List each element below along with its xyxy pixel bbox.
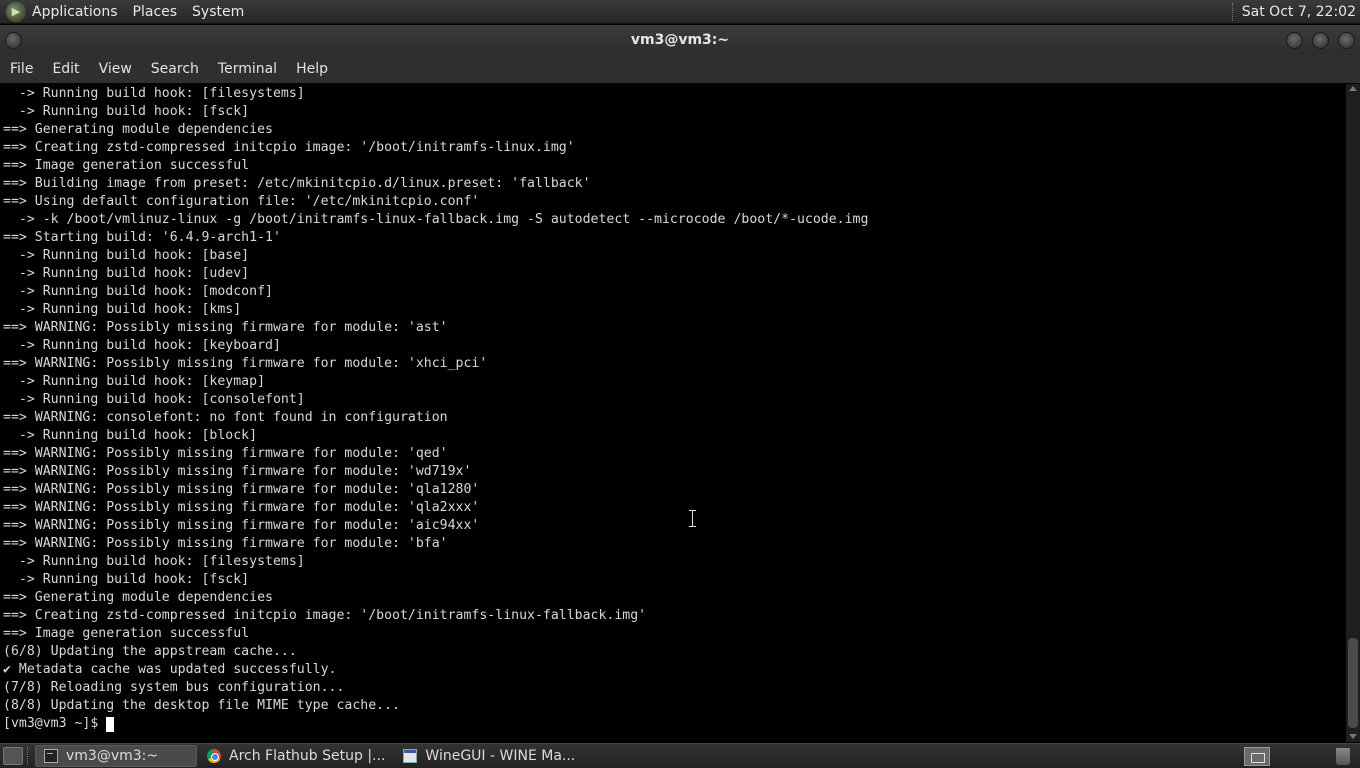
terminal-line: -> Running build hook: [consolefont] bbox=[3, 392, 305, 407]
scroll-down-arrow-icon[interactable] bbox=[1349, 734, 1357, 739]
menu-file[interactable]: File bbox=[10, 61, 33, 77]
terminal-output[interactable]: -> Running build hook: [filesystems] -> … bbox=[0, 84, 1346, 742]
terminal-line: ==> WARNING: Possibly missing firmware f… bbox=[3, 446, 448, 461]
panel-separator bbox=[1231, 2, 1234, 21]
top-panel: ▶ Applications Places System Sat Oct 7, … bbox=[0, 0, 1360, 24]
maximize-icon[interactable] bbox=[1312, 32, 1329, 49]
terminal-line: ==> WARNING: Possibly missing firmware f… bbox=[3, 356, 488, 371]
terminal-line: ==> Building image from preset: /etc/mki… bbox=[3, 176, 591, 191]
task-browser[interactable]: Arch Flathub Setup |... bbox=[199, 745, 393, 767]
task-winegui[interactable]: WineGUI - WINE Ma... bbox=[395, 745, 583, 767]
show-desktop-icon[interactable] bbox=[3, 747, 23, 765]
terminal-line: ==> WARNING: Possibly missing firmware f… bbox=[3, 500, 480, 515]
chrome-icon bbox=[207, 749, 221, 763]
terminal-line: -> Running build hook: [filesystems] bbox=[3, 554, 305, 569]
terminal-lines: -> Running build hook: [filesystems] -> … bbox=[3, 85, 1346, 715]
terminal-line: -> Running build hook: [keyboard] bbox=[3, 338, 281, 353]
shell-prompt: [vm3@vm3 ~]$ bbox=[3, 716, 107, 731]
terminal-line: ==> Image generation successful bbox=[3, 158, 250, 173]
mouse-ibeam-cursor-icon bbox=[688, 510, 697, 527]
terminal-line: ==> WARNING: Possibly missing firmware f… bbox=[3, 536, 448, 551]
system-menu[interactable]: System bbox=[192, 4, 244, 20]
terminal-line: (7/8) Reloading system bus configuration… bbox=[3, 680, 345, 695]
menu-terminal[interactable]: Terminal bbox=[218, 61, 277, 77]
terminal-line: (8/8) Updating the desktop file MIME typ… bbox=[3, 698, 400, 713]
terminal-line: ==> Creating zstd-compressed initcpio im… bbox=[3, 608, 647, 623]
clock[interactable]: Sat Oct 7, 22:02 bbox=[1242, 4, 1356, 20]
terminal-line: -> Running build hook: [kms] bbox=[3, 302, 242, 317]
applications-menu[interactable]: Applications bbox=[32, 4, 118, 20]
terminal-line: -> Running build hook: [keymap] bbox=[3, 374, 266, 389]
terminal-icon bbox=[44, 749, 58, 763]
menu-view[interactable]: View bbox=[99, 61, 132, 77]
terminal-line: ==> WARNING: Possibly missing firmware f… bbox=[3, 518, 480, 533]
terminal-line: ==> WARNING: Possibly missing firmware f… bbox=[3, 464, 472, 479]
terminal-line: -> Running build hook: [base] bbox=[3, 248, 250, 263]
scroll-up-arrow-icon[interactable] bbox=[1349, 86, 1357, 91]
wine-icon bbox=[403, 749, 418, 763]
task-label: Arch Flathub Setup |... bbox=[229, 748, 386, 764]
scrollbar-thumb[interactable] bbox=[1348, 638, 1358, 728]
task-label: vm3@vm3:~ bbox=[66, 748, 159, 764]
menu-help[interactable]: Help bbox=[296, 61, 328, 77]
distro-logo-icon[interactable]: ▶ bbox=[6, 1, 26, 22]
menu-edit[interactable]: Edit bbox=[52, 61, 79, 77]
terminal-line: ==> WARNING: Possibly missing firmware f… bbox=[3, 482, 480, 497]
terminal-line: -> Running build hook: [filesystems] bbox=[3, 86, 305, 101]
window-menu-icon[interactable] bbox=[5, 32, 22, 49]
terminal-line: ==> Starting build: '6.4.9-arch1-1' bbox=[3, 230, 281, 245]
terminal-line: ==> WARNING: Possibly missing firmware f… bbox=[3, 320, 448, 335]
terminal-line: ==> Generating module dependencies bbox=[3, 590, 273, 605]
task-label: WineGUI - WINE Ma... bbox=[425, 748, 576, 764]
menubar: File Edit View Search Terminal Help bbox=[0, 55, 1360, 83]
window-title: vm3@vm3:~ bbox=[630, 32, 730, 48]
terminal-line: ==> WARNING: consolefont: no font found … bbox=[3, 410, 448, 425]
minimize-icon[interactable] bbox=[1286, 32, 1303, 49]
workspace-switcher[interactable] bbox=[1244, 747, 1270, 766]
terminal-line: -> Running build hook: [fsck] bbox=[3, 104, 250, 119]
bottom-taskbar: vm3@vm3:~ Arch Flathub Setup |... WineGU… bbox=[0, 743, 1360, 768]
terminal-line: ==> Creating zstd-compressed initcpio im… bbox=[3, 140, 575, 155]
terminal-line: -> Running build hook: [fsck] bbox=[3, 572, 250, 587]
taskbar-separator bbox=[27, 747, 29, 765]
terminal-scrollbar[interactable] bbox=[1346, 84, 1360, 742]
terminal-line: ==> Image generation successful bbox=[3, 626, 250, 641]
terminal-line: -> Running build hook: [modconf] bbox=[3, 284, 273, 299]
terminal-prompt-line[interactable]: [vm3@vm3 ~]$ bbox=[3, 715, 1346, 733]
trash-icon[interactable] bbox=[1336, 748, 1350, 765]
close-icon[interactable] bbox=[1338, 32, 1355, 49]
terminal-line: -> Running build hook: [block] bbox=[3, 428, 258, 443]
task-terminal[interactable]: vm3@vm3:~ bbox=[35, 745, 197, 767]
terminal-line: ==> Using default configuration file: '/… bbox=[3, 194, 480, 209]
text-cursor bbox=[106, 716, 115, 732]
terminal-line: ==> Generating module dependencies bbox=[3, 122, 273, 137]
menu-search[interactable]: Search bbox=[151, 61, 199, 77]
terminal-line: (6/8) Updating the appstream cache... bbox=[3, 644, 297, 659]
terminal-line: ✔ Metadata cache was updated successfull… bbox=[3, 662, 337, 677]
window-titlebar[interactable]: vm3@vm3:~ bbox=[0, 25, 1360, 55]
places-menu[interactable]: Places bbox=[133, 4, 178, 20]
terminal-line: -> -k /boot/vmlinuz-linux -g /boot/initr… bbox=[3, 212, 869, 227]
terminal-line: -> Running build hook: [udev] bbox=[3, 266, 250, 281]
